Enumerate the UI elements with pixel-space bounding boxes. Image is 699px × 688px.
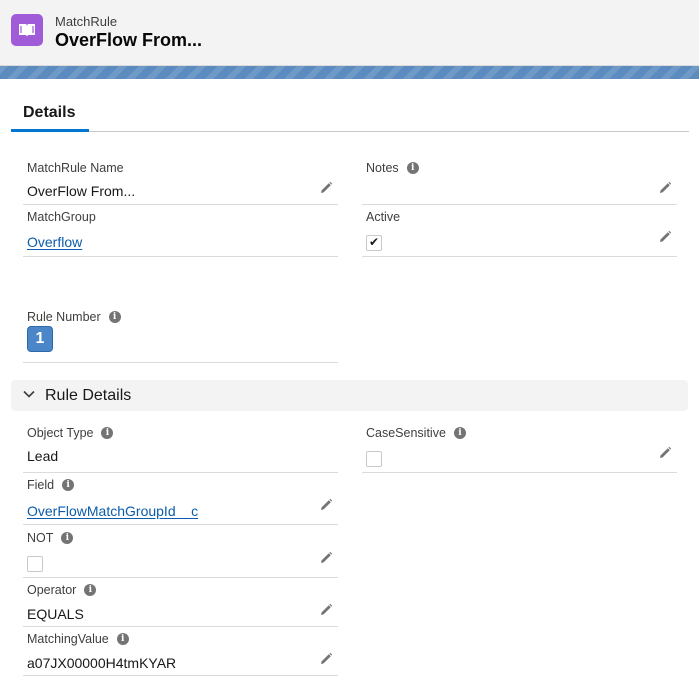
field-value: OverFlow From...: [27, 183, 136, 199]
field-matchgroup: MatchGroup Overflow: [23, 210, 338, 257]
field-operator: Operator i EQUALS: [23, 583, 338, 627]
field-label: CaseSensitive: [366, 426, 446, 440]
field-label: Rule Number: [27, 310, 101, 324]
field-label: Active: [366, 210, 401, 224]
field-label: MatchGroup: [27, 210, 96, 224]
field-matchrule-name: MatchRule Name OverFlow From...: [23, 161, 338, 205]
info-icon[interactable]: i: [101, 427, 114, 439]
info-icon[interactable]: i: [61, 532, 74, 544]
field-label: NOT: [27, 531, 54, 545]
section-title: Rule Details: [45, 387, 132, 404]
chevron-down-icon: [23, 390, 35, 398]
casesensitive-checkbox: [366, 451, 382, 467]
checkmark-icon: ✔: [369, 235, 380, 249]
field-casesensitive: CaseSensitive i: [362, 426, 677, 473]
rule-number-badge: 1: [27, 326, 53, 352]
field-label: Object Type: [27, 426, 94, 440]
pencil-icon[interactable]: [319, 498, 333, 512]
field-field: Field i OverFlowMatchGroupId__c: [23, 478, 338, 525]
active-checkbox: ✔: [366, 235, 382, 251]
not-checkbox: [27, 556, 43, 572]
info-icon[interactable]: i: [62, 479, 75, 491]
field-not: NOT i: [23, 531, 338, 578]
pencil-icon[interactable]: [658, 181, 672, 195]
info-icon[interactable]: i: [453, 427, 466, 439]
object-type-label: MatchRule: [55, 14, 118, 29]
field-active: Active ✔: [362, 210, 677, 257]
field-label: Notes: [366, 161, 399, 175]
field-rule-number: Rule Number i 1: [23, 310, 338, 363]
pencil-icon[interactable]: [658, 446, 672, 460]
info-icon[interactable]: i: [406, 162, 419, 174]
field-object-type: Object Type i Lead: [23, 426, 338, 473]
tab-details[interactable]: Details: [11, 98, 89, 132]
record-header: MatchRule OverFlow From...: [0, 0, 699, 66]
info-icon[interactable]: i: [108, 311, 121, 323]
field-label: Field: [27, 478, 55, 492]
field-value: Lead: [27, 448, 59, 464]
field-value: EQUALS: [27, 606, 84, 622]
field-label: MatchRule Name: [27, 161, 124, 175]
field-notes: Notes i: [362, 161, 677, 205]
field-label: MatchingValue: [27, 632, 109, 646]
pencil-icon[interactable]: [319, 603, 333, 617]
field-label: Operator: [27, 583, 77, 597]
field-value: a07JX00000H4tmKYAR: [27, 655, 177, 671]
info-icon[interactable]: i: [84, 584, 97, 596]
pencil-icon[interactable]: [319, 551, 333, 565]
matchrule-object-icon: [11, 14, 43, 46]
pencil-icon[interactable]: [319, 181, 333, 195]
tab-bar: Details: [11, 98, 689, 132]
info-icon[interactable]: i: [116, 633, 129, 645]
decorative-banner: [0, 66, 699, 79]
matchgroup-link[interactable]: Overflow: [27, 234, 82, 250]
record-title: OverFlow From...: [55, 30, 203, 50]
section-rule-details-toggle[interactable]: Rule Details: [11, 380, 688, 411]
pencil-icon[interactable]: [319, 652, 333, 666]
field-api-name-link[interactable]: OverFlowMatchGroupId__c: [27, 503, 198, 519]
field-matchingvalue: MatchingValue i a07JX00000H4tmKYAR: [23, 632, 338, 676]
pencil-icon[interactable]: [658, 230, 672, 244]
